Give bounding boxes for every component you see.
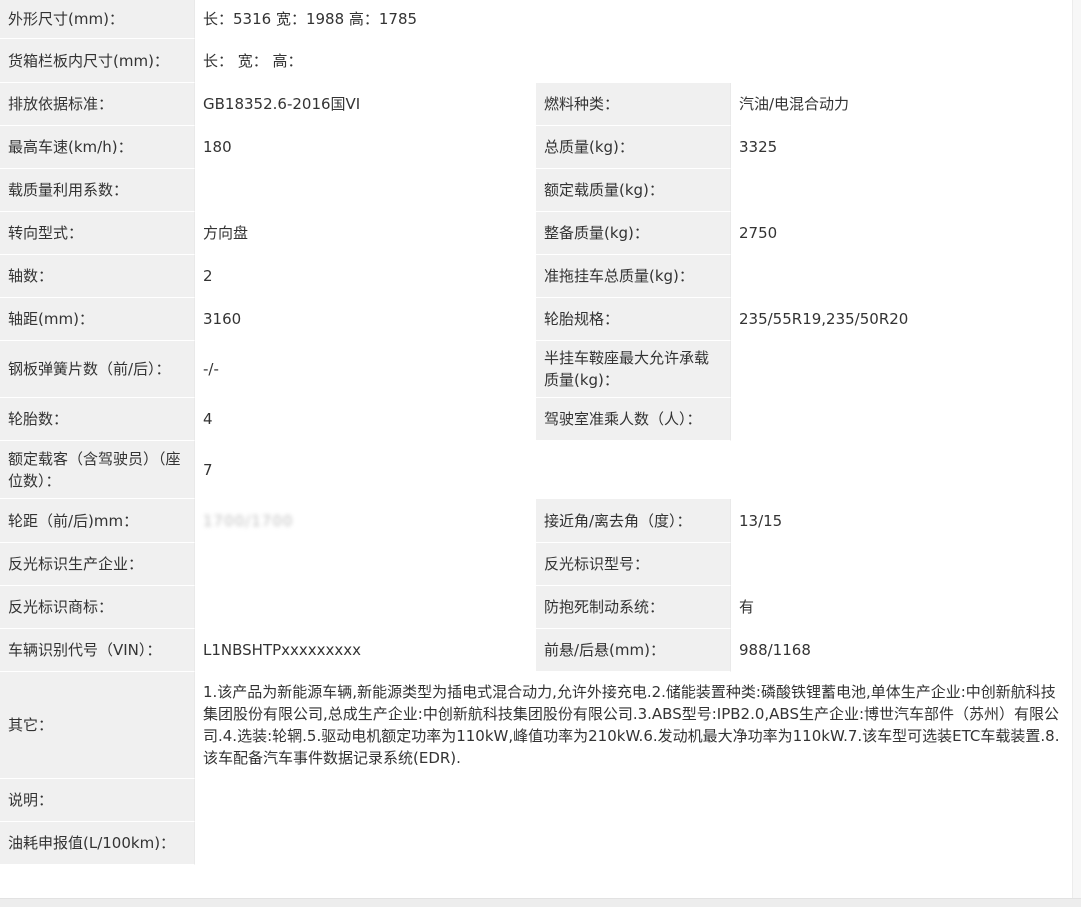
row-label-vin: 车辆识别代号（VIN）： xyxy=(0,629,194,672)
row-value-cargo-box: 长： 宽： 高： xyxy=(194,39,1074,83)
row-label-saddle-load: 半挂车鞍座最大允许承载质量(kg)： xyxy=(536,341,730,398)
table-row: 轮距（前/后)mm： 1700/1700 接近角/离去角（度）： 13/15 xyxy=(0,499,1074,543)
row-value-notes xyxy=(194,779,1074,822)
row-value-dimensions: 长：5316 宽：1988 高：1785 xyxy=(194,0,1074,39)
table-row: 其它： 1.该产品为新能源车辆,新能源类型为插电式混合动力,允许外接充电.2.储… xyxy=(0,672,1074,779)
row-value-max-speed: 180 xyxy=(194,126,536,169)
row-label-track: 轮距（前/后)mm： xyxy=(0,499,194,543)
row-value-curb-mass: 2750 xyxy=(730,212,1074,255)
row-label-steering: 转向型式： xyxy=(0,212,194,255)
row-label-curb-mass: 整备质量(kg)： xyxy=(536,212,730,255)
row-label-overhang: 前悬/后悬(mm)： xyxy=(536,629,730,672)
row-value-reflector-brand xyxy=(194,586,536,629)
row-value-trailer-mass xyxy=(730,255,1074,298)
row-value-axles: 2 xyxy=(194,255,536,298)
row-label-dimensions: 外形尺寸(mm)： xyxy=(0,0,194,39)
row-label-seats: 额定载客（含驾驶员）（座位数）： xyxy=(0,441,194,499)
table-row: 额定载客（含驾驶员）（座位数）： 7 xyxy=(0,441,1074,499)
row-value-other: 1.该产品为新能源车辆,新能源类型为插电式混合动力,允许外接充电.2.储能装置种… xyxy=(194,672,1074,779)
row-value-emission: GB18352.6-2016国VI xyxy=(194,83,536,126)
row-value-vin: L1NBSHTPxxxxxxxxx xyxy=(194,629,536,672)
table-row: 油耗申报值(L/100km)： xyxy=(0,822,1074,865)
table-row: 轴距(mm)： 3160 轮胎规格： 235/55R19,235/50R20 xyxy=(0,298,1074,341)
row-label-other: 其它： xyxy=(0,672,194,779)
row-label-load-factor: 载质量利用系数： xyxy=(0,169,194,212)
row-value-abs: 有 xyxy=(730,586,1074,629)
row-value-leaf-springs: -/- xyxy=(194,341,536,398)
scroll-edge xyxy=(1072,0,1081,907)
row-value-tire-spec: 235/55R19,235/50R20 xyxy=(730,298,1074,341)
row-label-cargo-box: 货箱栏板内尺寸(mm)： xyxy=(0,39,194,83)
row-value-reflector-maker xyxy=(194,543,536,586)
row-label-fuel-consumption: 油耗申报值(L/100km)： xyxy=(0,822,194,865)
row-value-steering: 方向盘 xyxy=(194,212,536,255)
row-label-fuel-type: 燃料种类： xyxy=(536,83,730,126)
row-label-emission: 排放依据标准： xyxy=(0,83,194,126)
table-row: 转向型式： 方向盘 整备质量(kg)： 2750 xyxy=(0,212,1074,255)
row-label-notes: 说明： xyxy=(0,779,194,822)
row-value-track: 1700/1700 xyxy=(194,499,536,543)
row-label-rated-load: 额定载质量(kg)： xyxy=(536,169,730,212)
row-label-cab-passengers: 驾驶室准乘人数（人）： xyxy=(536,398,730,441)
row-label-wheelbase: 轴距(mm)： xyxy=(0,298,194,341)
row-label-approach-departure: 接近角/离去角（度）： xyxy=(536,499,730,543)
table-row: 轮胎数： 4 驾驶室准乘人数（人）： xyxy=(0,398,1074,441)
table-row: 说明： xyxy=(0,779,1074,822)
table-row: 反光标识生产企业： 反光标识型号： xyxy=(0,543,1074,586)
row-value-overhang: 988/1168 xyxy=(730,629,1074,672)
table-row: 轴数： 2 准拖挂车总质量(kg)： xyxy=(0,255,1074,298)
row-value-seats: 7 xyxy=(194,441,1074,499)
row-value-gross-mass: 3325 xyxy=(730,126,1074,169)
row-label-trailer-mass: 准拖挂车总质量(kg)： xyxy=(536,255,730,298)
row-label-reflector-model: 反光标识型号： xyxy=(536,543,730,586)
vehicle-spec-table: 外形尺寸(mm)： 长：5316 宽：1988 高：1785 货箱栏板内尺寸(m… xyxy=(0,0,1074,865)
row-value-load-factor xyxy=(194,169,536,212)
blurred-track-value: 1700/1700 xyxy=(203,511,294,530)
bottom-bar xyxy=(0,898,1081,907)
table-row: 最高车速(km/h)： 180 总质量(kg)： 3325 xyxy=(0,126,1074,169)
row-value-rated-load xyxy=(730,169,1074,212)
row-label-tire-count: 轮胎数： xyxy=(0,398,194,441)
row-label-abs: 防抱死制动系统： xyxy=(536,586,730,629)
table-row: 载质量利用系数： 额定载质量(kg)： xyxy=(0,169,1074,212)
row-value-approach-departure: 13/15 xyxy=(730,499,1074,543)
table-row: 货箱栏板内尺寸(mm)： 长： 宽： 高： xyxy=(0,39,1074,83)
row-value-tire-count: 4 xyxy=(194,398,536,441)
row-value-saddle-load xyxy=(730,341,1074,398)
row-label-reflector-maker: 反光标识生产企业： xyxy=(0,543,194,586)
row-value-fuel-type: 汽油/电混合动力 xyxy=(730,83,1074,126)
row-label-reflector-brand: 反光标识商标： xyxy=(0,586,194,629)
table-row: 反光标识商标： 防抱死制动系统： 有 xyxy=(0,586,1074,629)
table-row: 车辆识别代号（VIN）： L1NBSHTPxxxxxxxxx 前悬/后悬(mm)… xyxy=(0,629,1074,672)
row-label-max-speed: 最高车速(km/h)： xyxy=(0,126,194,169)
row-value-cab-passengers xyxy=(730,398,1074,441)
row-value-reflector-model xyxy=(730,543,1074,586)
row-value-fuel-consumption xyxy=(194,822,1074,865)
row-label-tire-spec: 轮胎规格： xyxy=(536,298,730,341)
table-row: 钢板弹簧片数（前/后）： -/- 半挂车鞍座最大允许承载质量(kg)： xyxy=(0,341,1074,398)
row-label-leaf-springs: 钢板弹簧片数（前/后）： xyxy=(0,341,194,398)
row-label-gross-mass: 总质量(kg)： xyxy=(536,126,730,169)
row-value-wheelbase: 3160 xyxy=(194,298,536,341)
table-row: 排放依据标准： GB18352.6-2016国VI 燃料种类： 汽油/电混合动力 xyxy=(0,83,1074,126)
table-row: 外形尺寸(mm)： 长：5316 宽：1988 高：1785 xyxy=(0,0,1074,39)
row-label-axles: 轴数： xyxy=(0,255,194,298)
